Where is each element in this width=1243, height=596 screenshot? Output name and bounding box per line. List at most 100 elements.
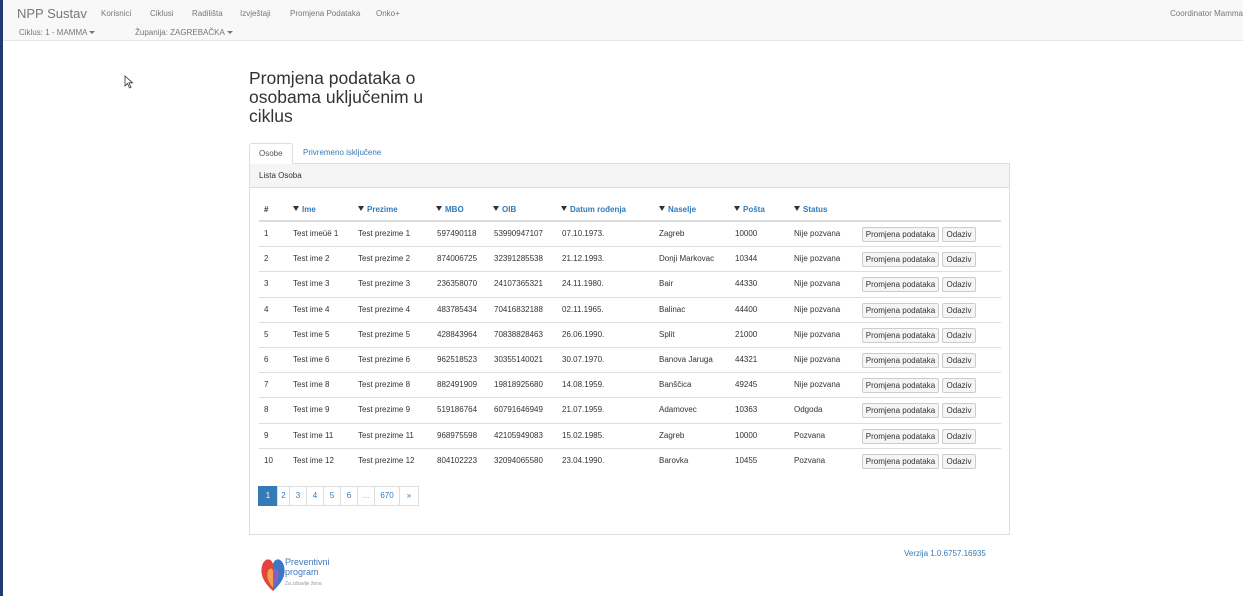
cell-oib: 70416832188: [494, 304, 543, 314]
table-row: 10 Test ime 12 Test prezime 12 804102223 320…: [259, 447, 1001, 473]
table-row: 1 Test imeüë 1 Test prezime 1 597490118 5399…: [259, 221, 1001, 246]
cell-posta: 21000: [735, 329, 758, 339]
pagination: 1 2 3 4 5 6 ... 670 »: [258, 486, 419, 506]
cell-ime: Test ime 8: [293, 380, 330, 390]
tab-privremeno-iskljucene[interactable]: Privremeno isključene: [294, 143, 390, 164]
column-header-ime[interactable]: Ime: [293, 205, 316, 214]
cell-number: 10: [264, 455, 273, 465]
county-dropdown[interactable]: Županija: ZAGREBAČKA: [135, 28, 233, 37]
cell-naselje: Zagreb: [659, 430, 685, 440]
odaziv-button[interactable]: Odaziv: [942, 453, 976, 469]
nav-onko[interactable]: Onko+: [376, 9, 400, 18]
cell-naselje: Donji Markovac: [659, 254, 715, 264]
promjena-podataka-button[interactable]: Promjena podataka: [862, 227, 939, 242]
page-4[interactable]: 4: [306, 486, 324, 506]
odaziv-button[interactable]: Odaziv: [942, 252, 976, 268]
nav-korisnici[interactable]: Korisnici: [101, 9, 131, 18]
odaziv-button[interactable]: Odaziv: [942, 227, 976, 242]
column-header-status[interactable]: Status: [794, 205, 827, 214]
user-menu[interactable]: Coordinator Mamma: [1170, 9, 1243, 18]
promjena-podataka-button[interactable]: Promjena podataka: [862, 428, 939, 444]
cell-datum-rodenja: 21.12.1993.: [562, 254, 605, 264]
cell-ime: Test ime 5: [293, 329, 330, 339]
cell-status: Pozvana: [794, 430, 826, 440]
cell-posta: 44321: [735, 355, 758, 364]
top-navbar: NPP Sustav Korisnici Ciklusi Radilišta I…: [3, 0, 1243, 41]
table-row: 4 Test ime 4 Test prezime 4 483785434 704168…: [259, 296, 1001, 322]
cell-mbo: 882491909: [437, 380, 478, 390]
cell-posta: 10363: [735, 405, 758, 415]
cell-datum-rodenja: 26.06.1990.: [562, 329, 605, 339]
odaziv-button[interactable]: Odaziv: [942, 327, 976, 343]
cell-mbo: 962518523: [437, 355, 478, 364]
cell-status: Odgoda: [794, 405, 823, 415]
column-header-label: Pošta: [743, 205, 765, 214]
promjena-podataka-button[interactable]: Promjena podataka: [862, 353, 939, 368]
page-title: Promjena podataka o osobama uključenim u…: [249, 68, 424, 126]
page-5[interactable]: 5: [323, 486, 341, 506]
cycle-label: Ciklus: 1 - MAMMA: [19, 28, 88, 37]
promjena-podataka-button[interactable]: Promjena podataka: [862, 277, 939, 293]
cell-mbo: 236358070: [437, 279, 478, 289]
cycle-dropdown[interactable]: Ciklus: 1 - MAMMA: [19, 28, 96, 37]
promjena-podataka-button[interactable]: Promjena podataka: [862, 302, 939, 318]
cell-prezime: Test prezime 12: [358, 455, 415, 465]
brand-link[interactable]: NPP Sustav: [17, 6, 87, 21]
odaziv-button[interactable]: Odaziv: [942, 378, 976, 394]
odaziv-button[interactable]: Odaziv: [942, 353, 976, 368]
page-3[interactable]: 3: [289, 486, 307, 506]
filter-icon: [436, 206, 442, 212]
cell-datum-rodenja: 14.08.1959.: [562, 380, 605, 390]
nav-izvjestaji[interactable]: Izvještaji: [240, 9, 271, 18]
page-next[interactable]: »: [399, 486, 419, 506]
cell-number: 5: [264, 329, 269, 339]
cell-prezime: Test prezime 3: [358, 279, 411, 289]
promjena-podataka-button[interactable]: Promjena podataka: [862, 403, 939, 419]
page-1[interactable]: 1: [258, 486, 278, 506]
cell-status: Nije pozvana: [794, 355, 841, 364]
table-row: 2 Test ime 2 Test prezime 2 874006725 323912…: [259, 246, 1001, 271]
cell-status: Nije pozvana: [794, 279, 841, 289]
promjena-podataka-button[interactable]: Promjena podataka: [862, 252, 939, 268]
column-header-oib[interactable]: OIB: [493, 205, 516, 214]
page-670[interactable]: 670: [374, 486, 400, 506]
odaziv-button[interactable]: Odaziv: [942, 428, 976, 444]
preventivni-program-logo: [261, 559, 285, 591]
cell-mbo: 874006725: [437, 254, 478, 264]
logo-line-2: program: [285, 567, 319, 577]
cell-posta: 44400: [735, 304, 758, 314]
column-header-mbo[interactable]: MBO: [436, 205, 464, 214]
cell-number: 4: [264, 304, 269, 314]
cell-prezime: Test prezime 11: [358, 430, 414, 440]
cell-naselje: Banščica: [659, 380, 692, 390]
column-header-datum-rodenja[interactable]: Datum rođenja: [561, 205, 626, 214]
promjena-podataka-button[interactable]: Promjena podataka: [862, 327, 939, 343]
chevron-down-icon: [226, 31, 233, 35]
column-header-posta[interactable]: Pošta: [734, 205, 765, 214]
nav-ciklusi[interactable]: Ciklusi: [150, 9, 174, 18]
nav-promjena-podataka[interactable]: Promjena Podataka: [290, 9, 360, 18]
cell-naselje: Barovka: [659, 455, 689, 465]
promjena-podataka-button[interactable]: Promjena podataka: [862, 378, 939, 394]
cell-naselje: Adamovec: [659, 405, 697, 415]
odaziv-button[interactable]: Odaziv: [942, 403, 976, 419]
cell-naselje: Split: [659, 329, 675, 339]
column-header-prezime[interactable]: Prezime: [358, 205, 398, 214]
odaziv-button[interactable]: Odaziv: [942, 277, 976, 293]
page-6[interactable]: 6: [340, 486, 358, 506]
cell-posta: 10000: [735, 229, 758, 238]
cell-oib: 30355140021: [494, 355, 543, 364]
cell-prezime: Test prezime 4: [358, 304, 411, 314]
cell-mbo: 519186764: [437, 405, 478, 415]
nav-radilista[interactable]: Radilišta: [192, 9, 223, 18]
column-header-number: #: [264, 205, 269, 214]
column-header-naselje[interactable]: Naselje: [659, 205, 696, 214]
promjena-podataka-button[interactable]: Promjena podataka: [862, 453, 939, 469]
cell-prezime: Test prezime 8: [358, 380, 411, 390]
tab-osobe[interactable]: Osobe: [249, 143, 293, 164]
odaziv-button[interactable]: Odaziv: [942, 302, 976, 318]
cell-number: 2: [264, 254, 269, 264]
table-row: 6 Test ime 6 Test prezime 6 962518523 303551…: [259, 347, 1001, 372]
filter-icon: [358, 206, 364, 212]
table-row: 8 Test ime 9 Test prezime 9 519186764 607916…: [259, 397, 1001, 422]
